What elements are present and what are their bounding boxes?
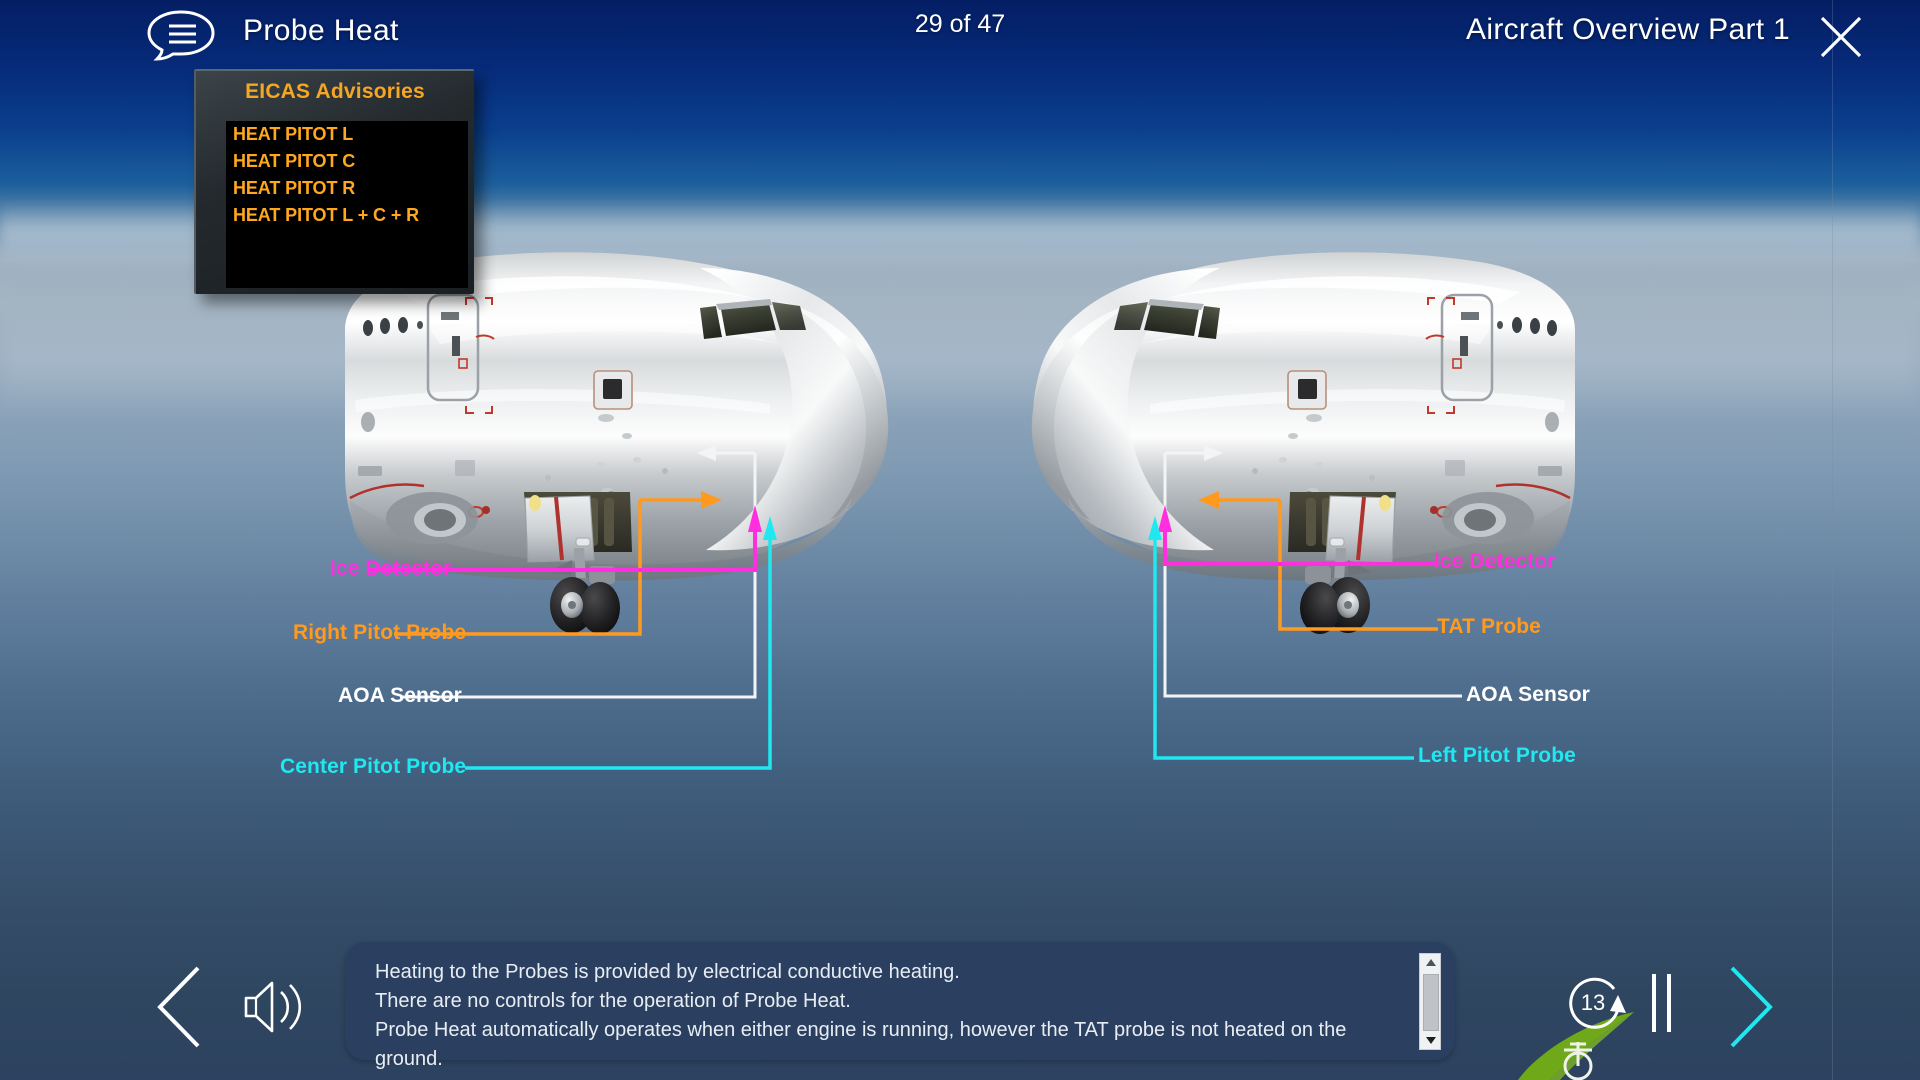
pause-icon[interactable] xyxy=(1644,972,1680,1034)
callout-tat-probe: TAT Probe xyxy=(1437,615,1541,638)
eicas-message: HEAT PITOT L xyxy=(233,124,354,144)
eicas-message: HEAT PITOT R xyxy=(233,178,356,198)
cloud-haze-lower xyxy=(0,300,1920,420)
scroll-down-arrow-icon[interactable] xyxy=(1420,1032,1442,1049)
speaker-icon[interactable] xyxy=(240,976,312,1038)
narration-text-panel: Heating to the Probes is provided by ele… xyxy=(345,942,1455,1070)
chevron-right-icon[interactable] xyxy=(1720,962,1780,1052)
chevron-left-icon[interactable] xyxy=(150,962,210,1052)
narration-line: Heating to the Probes is provided by ele… xyxy=(375,961,960,983)
eicas-advisories-panel: EICAS Advisories HEAT PITOT L HEAT PITOT… xyxy=(194,69,474,294)
narration-scrollbar[interactable] xyxy=(1419,953,1441,1050)
narration-line: Probe Heat automatically operates when e… xyxy=(375,1019,1347,1070)
scrollbar-thumb[interactable] xyxy=(1423,974,1439,1031)
callout-center-pitot-probe: Center Pitot Probe xyxy=(280,755,467,778)
right-edge-divider xyxy=(1832,0,1833,1080)
bottom-control-bar: Heating to the Probes is provided by ele… xyxy=(0,920,1920,1080)
callout-aoa-sensor-left: AOA Sensor xyxy=(338,684,462,707)
top-bar: Probe Heat 29 of 47 Aircraft Overview Pa… xyxy=(0,0,1920,70)
presentation-stage: Probe Heat 29 of 47 Aircraft Overview Pa… xyxy=(0,0,1920,1080)
eicas-message: HEAT PITOT C xyxy=(233,151,356,171)
callout-aoa-sensor-right: AOA Sensor xyxy=(1466,683,1590,706)
callout-ice-detector-left: Ice Detector xyxy=(330,557,452,580)
eicas-message-screen: HEAT PITOT L HEAT PITOT C HEAT PITOT R H… xyxy=(226,121,468,288)
close-icon[interactable] xyxy=(1818,14,1864,60)
lesson-title: Aircraft Overview Part 1 xyxy=(1466,13,1790,46)
eicas-message: HEAT PITOT L + C + R xyxy=(233,205,420,225)
narration-line: There are no controls for the operation … xyxy=(375,990,851,1012)
callout-left-pitot-probe: Left Pitot Probe xyxy=(1418,744,1576,767)
narration-text: Heating to the Probes is provided by ele… xyxy=(375,958,1395,1074)
eicas-panel-title: EICAS Advisories xyxy=(245,80,425,103)
callout-ice-detector-right: Ice Detector xyxy=(1434,550,1556,573)
callout-right-pitot-probe: Right Pitot Probe xyxy=(293,621,467,644)
scroll-up-arrow-icon[interactable] xyxy=(1420,954,1442,971)
replay-icon[interactable] xyxy=(1562,969,1630,1037)
